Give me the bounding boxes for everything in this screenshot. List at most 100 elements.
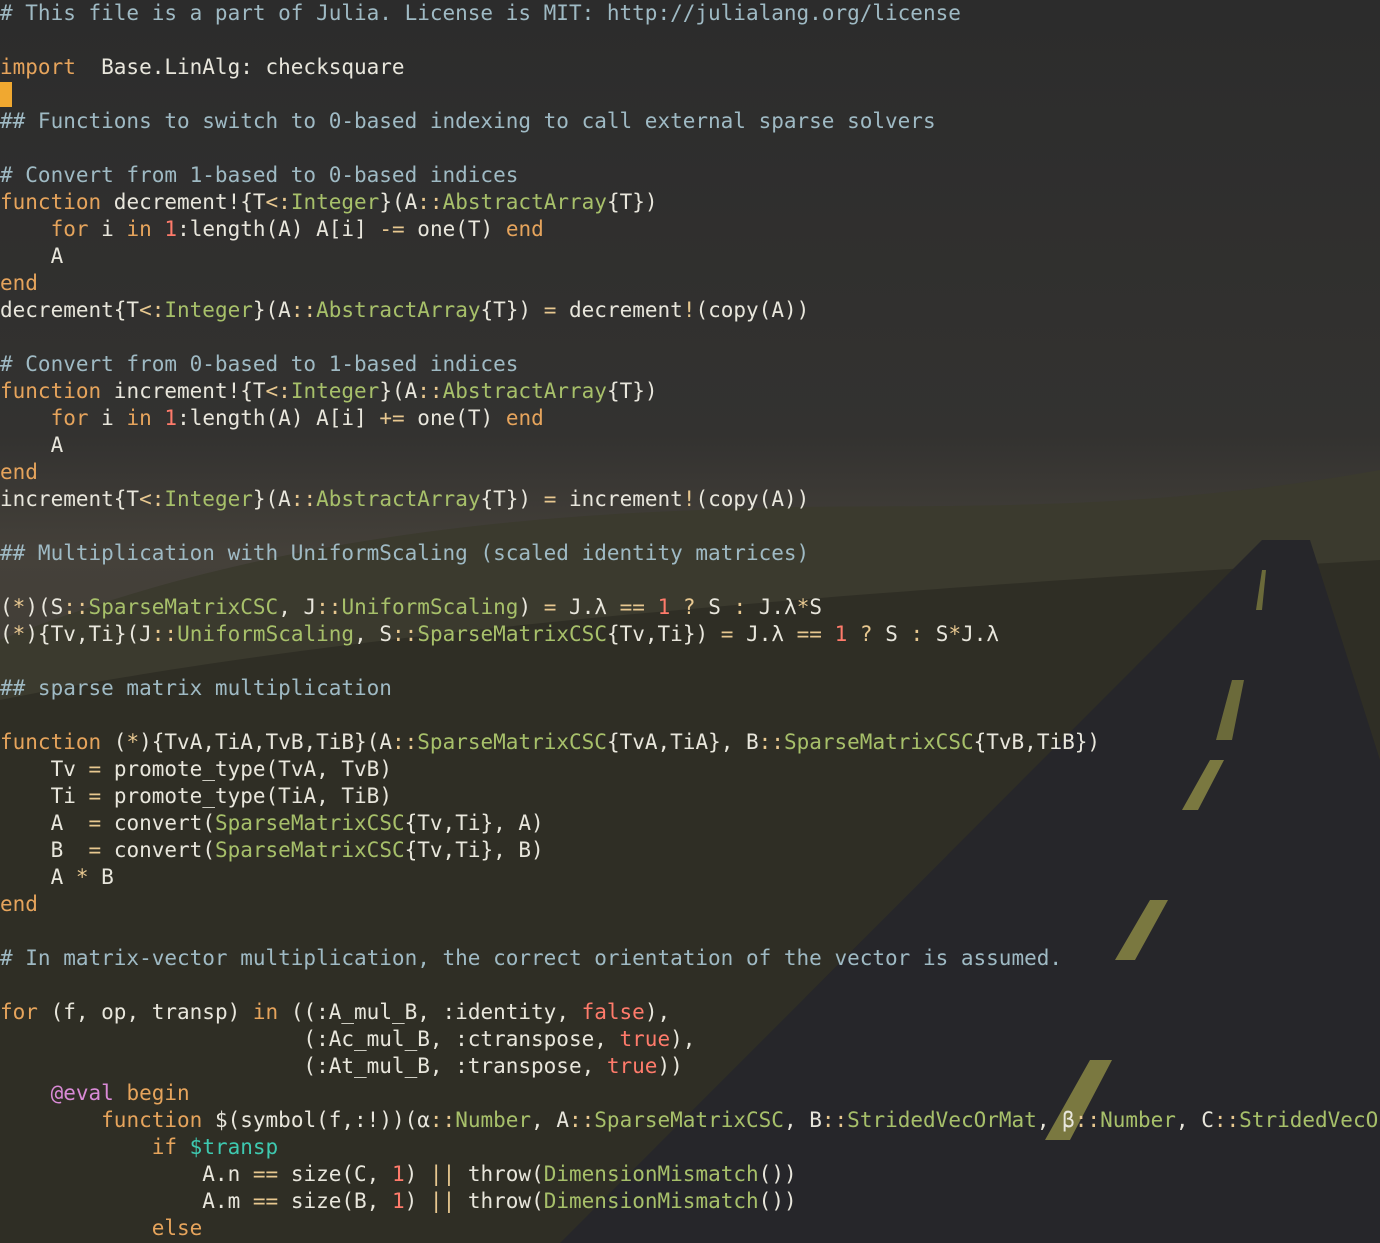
code-line[interactable]: function (*){TvA,TiA,TvB,TiB}(A::SparseM… — [0, 729, 1380, 756]
code-line[interactable]: for i in 1:length(A) A[i] -= one(T) end — [0, 216, 1380, 243]
code-token: , S — [354, 622, 393, 646]
code-line[interactable]: ## Functions to switch to 0-based indexi… — [0, 108, 1380, 135]
code-token: {T}) — [606, 379, 658, 403]
code-line[interactable]: increment{T<:Integer}(A::AbstractArray{T… — [0, 486, 1380, 513]
code-token: A — [0, 244, 64, 268]
code-line[interactable] — [0, 648, 1380, 675]
code-token: end — [0, 460, 38, 484]
code-line[interactable]: end — [0, 891, 1380, 918]
code-token: , B — [783, 1108, 822, 1132]
code-line[interactable]: Ti = promote_type(TiA, TiB) — [0, 783, 1380, 810]
code-line[interactable]: (:At_mul_B, :transpose, true)) — [0, 1053, 1380, 1080]
code-line[interactable]: for (f, op, transp) in ((:A_mul_B, :iden… — [0, 999, 1380, 1026]
code-token: :: — [316, 595, 342, 619]
code-token: Ti — [0, 784, 89, 808]
code-token: ? — [859, 622, 873, 646]
code-line[interactable]: # Convert from 1-based to 0-based indice… — [0, 162, 1380, 189]
code-line[interactable]: function $(symbol(f,:!))(α::Number, A::S… — [0, 1107, 1380, 1134]
code-token: S — [809, 595, 823, 619]
code-line[interactable]: function increment!{T<:Integer}(A::Abstr… — [0, 378, 1380, 405]
code-token: B — [0, 838, 89, 862]
code-line[interactable] — [0, 513, 1380, 540]
code-token: one(T) — [404, 406, 506, 430]
code-token: ( — [0, 595, 13, 619]
code-token: (:Ac_mul_B, :ctranspose, — [0, 1027, 620, 1051]
code-line[interactable]: A — [0, 432, 1380, 459]
code-line[interactable]: (*){Tv,Ti}(J::UniformScaling, S::SparseM… — [0, 621, 1380, 648]
code-token: || — [429, 1162, 456, 1186]
code-token: ((:A_mul_B, :identity, — [278, 1000, 582, 1024]
code-token: ) — [404, 1189, 430, 1213]
code-token: = — [88, 757, 102, 781]
code-token: S — [923, 622, 949, 646]
code-token: :: — [1213, 1108, 1240, 1132]
code-token: ()) — [758, 1162, 797, 1186]
code-line[interactable]: A.n == size(C, 1) || throw(DimensionMism… — [0, 1161, 1380, 1188]
code-line[interactable]: A — [0, 243, 1380, 270]
code-token: 1 — [164, 406, 178, 430]
code-line[interactable]: # This file is a part of Julia. License … — [0, 0, 1380, 27]
code-token: == — [252, 1162, 279, 1186]
code-line[interactable] — [0, 27, 1380, 54]
code-line[interactable]: A.m == size(B, 1) || throw(DimensionMism… — [0, 1188, 1380, 1215]
code-line[interactable]: A * B — [0, 864, 1380, 891]
code-token: function — [0, 379, 102, 403]
code-line[interactable]: end — [0, 270, 1380, 297]
code-line[interactable]: for i in 1:length(A) A[i] += one(T) end — [0, 405, 1380, 432]
code-token: if — [151, 1135, 178, 1159]
code-token: increment{T — [0, 487, 140, 511]
code-token: :: — [63, 595, 89, 619]
code-token: }(A — [379, 379, 418, 403]
code-line[interactable]: decrement{T<:Integer}(A::AbstractArray{T… — [0, 297, 1380, 324]
code-line[interactable]: end — [0, 459, 1380, 486]
code-token: -= — [379, 217, 405, 241]
code-token: ) — [404, 1162, 430, 1186]
code-line[interactable] — [0, 918, 1380, 945]
code-line[interactable]: Tv = promote_type(TvA, TvB) — [0, 756, 1380, 783]
code-token: @eval — [50, 1081, 114, 1105]
code-token: A — [0, 433, 64, 457]
code-token: J.λ — [733, 622, 797, 646]
code-line[interactable]: A = convert(SparseMatrixCSC{Tv,Ti}, A) — [0, 810, 1380, 837]
code-line[interactable] — [0, 702, 1380, 729]
code-line[interactable]: ## Multiplication with UniformScaling (s… — [0, 540, 1380, 567]
code-line[interactable]: if $transp — [0, 1134, 1380, 1161]
code-token: :: — [391, 730, 418, 754]
code-line[interactable]: function decrement!{T<:Integer}(A::Abstr… — [0, 189, 1380, 216]
code-line[interactable]: ## sparse matrix multiplication — [0, 675, 1380, 702]
code-line[interactable] — [0, 567, 1380, 594]
code-token: A — [0, 865, 76, 889]
code-token: convert( — [101, 811, 215, 835]
code-line[interactable]: else — [0, 1215, 1380, 1242]
code-line[interactable] — [0, 324, 1380, 351]
code-line[interactable] — [0, 972, 1380, 999]
code-token: ## Functions to switch to 0-based indexi… — [0, 109, 936, 133]
code-token: 1 — [391, 1189, 405, 1213]
code-line[interactable]: import Base.LinAlg: checksquare — [0, 54, 1380, 81]
code-editor[interactable]: # This file is a part of Julia. License … — [0, 0, 1380, 1243]
code-line[interactable]: (:Ac_mul_B, :ctranspose, true), — [0, 1026, 1380, 1053]
code-line[interactable]: # In matrix-vector multiplication, the c… — [0, 945, 1380, 972]
code-token: $transp — [189, 1135, 279, 1159]
code-line[interactable] — [0, 135, 1380, 162]
code-line[interactable]: B = convert(SparseMatrixCSC{Tv,Ti}, B) — [0, 837, 1380, 864]
code-token: Number — [455, 1108, 532, 1132]
code-token: ! — [682, 298, 696, 322]
code-token: DimensionMismatch — [543, 1189, 759, 1213]
code-token: * — [126, 730, 140, 754]
code-token: in — [126, 217, 152, 241]
code-line[interactable] — [0, 81, 1380, 108]
code-token: Integer — [164, 487, 253, 511]
code-token: ), — [644, 1000, 671, 1024]
code-line[interactable]: @eval begin — [0, 1080, 1380, 1107]
code-line[interactable]: # Convert from 0-based to 1-based indice… — [0, 351, 1380, 378]
code-token: in — [126, 406, 152, 430]
code-token: ## sparse matrix multiplication — [0, 676, 392, 700]
code-line[interactable]: (*)(S::SparseMatrixCSC, J::UniformScalin… — [0, 594, 1380, 621]
code-token: : — [733, 595, 747, 619]
code-token: ! — [682, 487, 696, 511]
code-token: <: — [265, 190, 291, 214]
code-token: ()) — [758, 1189, 797, 1213]
code-token: Integer — [290, 190, 380, 214]
